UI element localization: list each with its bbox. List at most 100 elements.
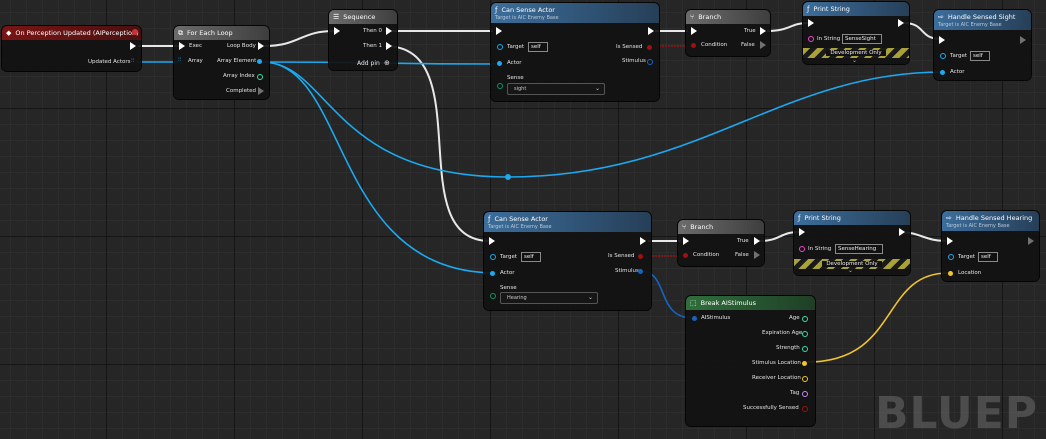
can-sense-actor-node-2[interactable]: ƒ Can Sense Actor Target is AIC Enemy Bas… [484,212,651,310]
condition-label: Condition [693,252,720,258]
exec-in-pin[interactable] [179,42,185,50]
add-pin-label[interactable]: Add pin [357,60,380,67]
event-node[interactable]: ◆ On Perception Updated (AIPerception) U… [2,26,141,71]
completed-label: Completed [226,88,256,94]
location-pin[interactable] [948,271,953,276]
exec-out-pin[interactable] [899,228,905,236]
exec-in-pin[interactable] [683,237,689,245]
target-pin[interactable] [940,53,946,59]
target-label: Target [500,254,518,260]
successfully-sensed-pin[interactable] [802,406,808,412]
function-icon: ƒ [495,5,498,14]
actor-label: Actor [507,60,522,66]
stimulus-pin[interactable] [638,269,643,274]
true-label: True [744,28,756,34]
print-string-node-2[interactable]: ƒ Print String In String SenseHearing De… [794,211,910,275]
array-pin-icon[interactable]: ⁝⁝ [131,58,135,64]
target-field[interactable]: self [978,252,998,262]
then1-pin[interactable] [386,42,392,50]
exec-out-pin[interactable] [898,19,904,27]
sense-pin[interactable] [497,83,503,89]
expand-chevron-icon[interactable]: ⌄ [848,267,853,274]
expiration-age-pin[interactable] [802,331,808,337]
in-string-field[interactable]: SenseHearing [835,244,883,254]
target-field[interactable]: self [521,252,541,262]
branch-title: Branch [698,13,722,21]
add-pin-icon[interactable]: ⊕ [384,59,390,67]
age-pin[interactable] [802,316,808,322]
actor-pin[interactable] [490,271,495,276]
condition-pin[interactable] [683,253,688,258]
is-sensed-pin[interactable] [638,254,643,259]
actor-pin[interactable] [497,61,502,66]
array-pin-icon[interactable]: ⁝⁝ [178,57,182,63]
break-stimulus-header: ⬚ Break AIStimulus [686,296,815,310]
event-node-header: ◆ On Perception Updated (AIPerception) [2,26,141,40]
can-sense-actor-node[interactable]: ƒ Can Sense Actor Target is AIC Enemy Bas… [491,3,659,101]
in-string-pin[interactable] [808,36,814,42]
completed-pin[interactable] [258,87,264,95]
exec-in-pin[interactable] [939,36,945,44]
receiver-location-pin[interactable] [802,376,808,382]
strength-pin[interactable] [802,346,808,352]
in-string-field[interactable]: SenseSight [842,34,882,44]
exec-out-pin[interactable] [130,42,136,50]
true-pin[interactable] [754,237,760,245]
exec-in-pin[interactable] [799,228,805,236]
foreach-node[interactable]: ⧉ For Each Loop Exec ⁝⁝ Array Loop Body … [174,26,269,99]
sense-pin[interactable] [490,293,496,299]
exec-out-pin[interactable] [1020,36,1026,44]
target-field[interactable]: self [970,51,990,61]
function-icon: ƒ [488,214,491,223]
condition-pin[interactable] [691,43,696,48]
exec-in-pin[interactable] [808,19,814,27]
break-aistimulus-node[interactable]: ⬚ Break AIStimulus AIStimulus Age Expira… [686,296,815,426]
can-sense-title: Can Sense Actor [494,214,548,223]
exec-out-pin[interactable] [640,237,646,245]
target-pin[interactable] [497,44,503,50]
actor-pin[interactable] [940,70,945,75]
handle-hearing-title: Handle Sensed Hearing [955,213,1033,222]
target-pin[interactable] [948,254,954,260]
sequence-header: ☰ Sequence [329,10,397,24]
foreach-title: For Each Loop [187,29,233,37]
vector-wire [806,272,949,363]
array-element-pin[interactable] [257,59,262,64]
print-string-node[interactable]: ƒ Print String In String SenseSight Deve… [803,2,909,64]
target-field[interactable]: self [528,42,548,52]
expand-chevron-icon[interactable]: ⌄ [852,57,857,64]
condition-label: Condition [701,42,728,48]
stimulus-pin[interactable] [647,59,653,65]
tag-pin[interactable] [802,391,808,397]
then0-pin[interactable] [386,27,392,35]
false-label: False [741,42,755,48]
handle-sensed-hearing-node[interactable]: ⇨ Handle Sensed Hearing Target is AIC Ene… [942,211,1039,281]
handle-sight-title: Handle Sensed Sight [947,12,1016,21]
exec-in-pin[interactable] [334,27,340,35]
array-index-pin[interactable] [257,74,263,80]
exec-in-pin[interactable] [947,237,953,245]
exec-out-pin[interactable] [1028,237,1034,245]
is-sensed-pin[interactable] [647,45,652,50]
target-pin[interactable] [490,254,496,260]
stimulus-location-pin[interactable] [802,361,807,366]
blueprint-watermark: BLUEP [874,388,1038,439]
exec-in-pin[interactable] [489,237,495,245]
true-pin[interactable] [760,27,766,35]
stimulus-location-label: Stimulus Location [752,360,801,366]
target-label: Target [507,44,525,50]
handle-sensed-sight-node[interactable]: ⇨ Handle Sensed Sight Target is AIC Enemy… [934,10,1031,80]
branch-node-2[interactable]: ⑂ Branch True Condition False [678,220,764,266]
loop-body-pin[interactable] [258,42,264,50]
false-pin[interactable] [760,41,766,49]
sense-dropdown[interactable]: sight ⌄ [507,83,605,95]
exec-in-pin[interactable] [496,27,502,35]
sequence-node[interactable]: ☰ Sequence Then 0 Then 1 Add pin ⊕ [329,10,397,70]
exec-out-pin[interactable] [648,27,654,35]
sense-dropdown[interactable]: Hearing ⌄ [500,292,598,304]
branch-node[interactable]: ⑂ Branch True Condition False [686,10,770,56]
aistimulus-pin[interactable] [692,316,697,321]
exec-in-pin[interactable] [691,27,697,35]
false-pin[interactable] [754,251,760,259]
in-string-pin[interactable] [799,246,805,252]
